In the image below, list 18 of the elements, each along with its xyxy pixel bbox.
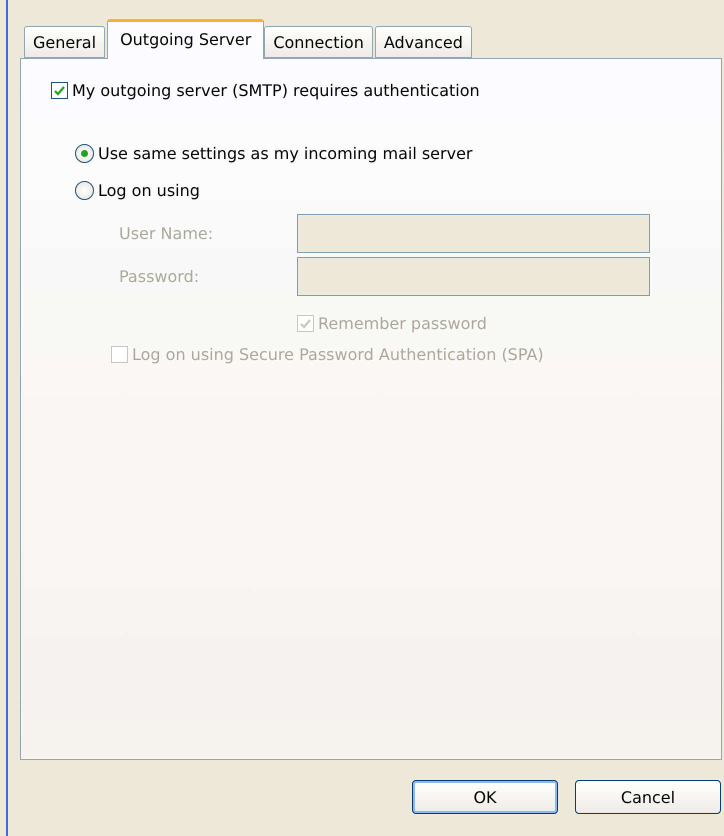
ok-button[interactable]: OK — [412, 780, 558, 814]
checkbox-label: My outgoing server (SMTP) requires authentication — [72, 81, 480, 100]
radio-label: Log on using — [98, 181, 200, 200]
checkmark-icon — [54, 86, 65, 96]
radio-button[interactable] — [75, 144, 94, 163]
checkmark-icon — [300, 318, 311, 328]
checkbox[interactable] — [51, 82, 68, 99]
checkbox-label: Log on using Secure Password Authentication (SPA) — [132, 345, 544, 364]
field-label: User Name: — [119, 224, 214, 243]
radio-button[interactable] — [75, 181, 94, 200]
tab[interactable]: Connection — [264, 26, 373, 58]
tab[interactable]: Advanced — [374, 26, 472, 58]
tab[interactable]: General — [24, 26, 106, 58]
checkbox-label: Remember password — [318, 314, 487, 333]
field-label: Password: — [119, 267, 200, 286]
radio-label: Use same settings as my incoming mail server — [98, 144, 472, 163]
tab[interactable]: Outgoing Server — [107, 19, 264, 59]
cancel-button[interactable]: Cancel — [575, 780, 721, 814]
